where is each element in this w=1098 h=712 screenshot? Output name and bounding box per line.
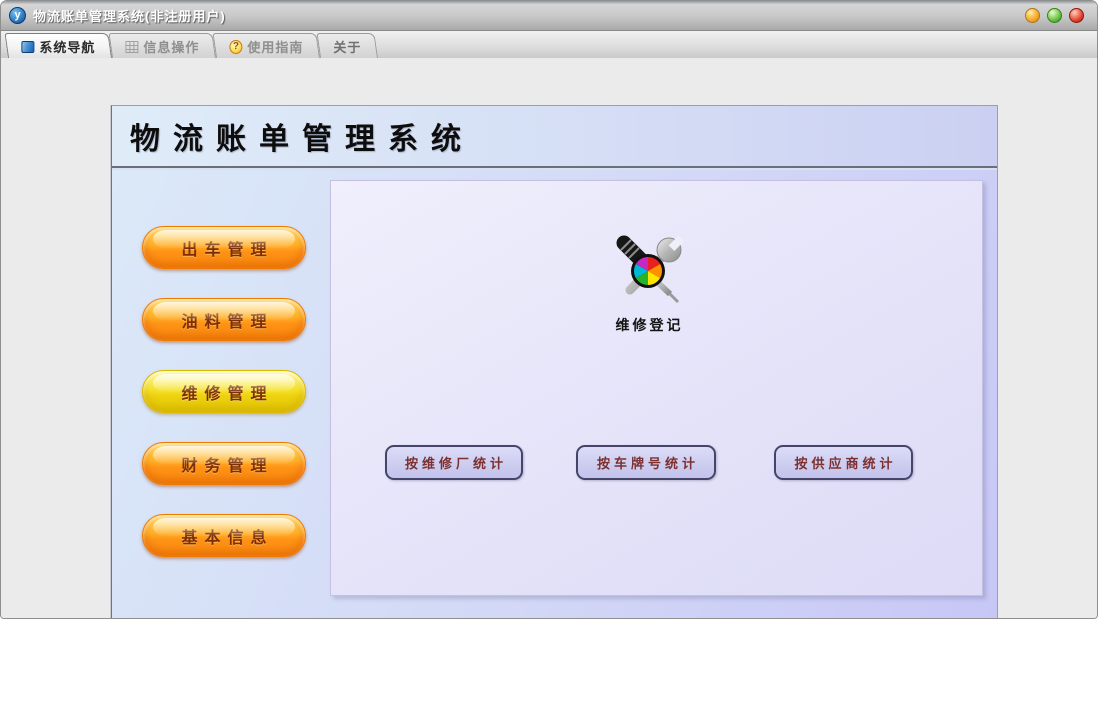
tab-label: 使用指南 [247,39,304,55]
panel-title: 物流账单管理系统 [130,123,474,156]
tab-bar: 系统导航 信息操作 ? 使用指南 关于 [1,31,1097,58]
grid-icon [125,40,139,53]
repair-registration-shortcut[interactable]: 维修登记 [588,233,708,335]
monitor-icon [21,40,35,53]
app-logo-icon: y [9,7,26,24]
sidebar-button-repair-mgmt[interactable]: 维修管理 [142,370,306,413]
main-panel: 物流账单管理系统 出车管理 油料管理 维修管理 财务管理 基本信息 维修登记 按… [111,105,998,618]
tab-label: 系统导航 [39,39,96,55]
stats-by-repair-shop-button[interactable]: 按维修厂统计 [385,445,523,480]
window-controls [1025,8,1084,23]
tab-user-guide[interactable]: ? 使用指南 [212,33,321,58]
tab-label: 信息操作 [143,39,200,55]
maximize-button[interactable] [1047,8,1062,23]
close-button[interactable] [1069,8,1084,23]
app-window: y 物流账单管理系统(非注册用户) 系统导航 信息操作 ? 使用指南 关于 物流… [0,0,1098,619]
tab-system-navigation[interactable]: 系统导航 [4,33,113,58]
tab-label: 关于 [333,39,362,55]
panel-body: 出车管理 油料管理 维修管理 财务管理 基本信息 维修登记 按维修厂统计 按车牌… [112,170,997,618]
content-area: 物流账单管理系统 出车管理 油料管理 维修管理 财务管理 基本信息 维修登记 按… [1,58,1097,618]
stats-by-supplier-button[interactable]: 按供应商统计 [774,445,913,480]
title-bar[interactable]: y 物流账单管理系统(非注册用户) [1,1,1097,31]
sidebar-button-basic-info[interactable]: 基本信息 [142,514,306,557]
repair-tools-icon [616,235,685,304]
sidebar-button-finance-mgmt[interactable]: 财务管理 [142,442,306,485]
stats-by-license-plate-button[interactable]: 按车牌号统计 [576,445,716,480]
minimize-button[interactable] [1025,8,1040,23]
window-title: 物流账单管理系统(非注册用户) [33,9,226,24]
tab-info-operations[interactable]: 信息操作 [108,33,217,58]
sidebar-button-fuel-mgmt[interactable]: 油料管理 [142,298,306,341]
help-coin-icon: ? [229,39,243,53]
workspace-panel: 维修登记 按维修厂统计 按车牌号统计 按供应商统计 [330,180,983,596]
tab-about[interactable]: 关于 [316,33,379,58]
panel-header: 物流账单管理系统 [112,106,997,168]
shortcut-label: 维修登记 [615,317,684,333]
sidebar-button-dispatch-mgmt[interactable]: 出车管理 [142,226,306,269]
